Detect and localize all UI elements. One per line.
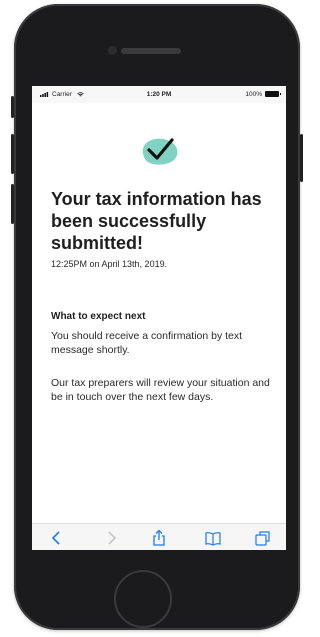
back-icon[interactable] [48,529,66,547]
success-check-icon [139,133,181,167]
side-button [11,96,14,118]
battery-percent: 100% [245,91,262,98]
home-button[interactable] [114,570,172,628]
confirmation-headline: Your tax information has been successful… [51,189,262,253]
next-steps-paragraph-1: You should receive a confirmation by tex… [51,330,243,356]
bookmarks-icon[interactable] [204,529,222,547]
status-bar: Carrier 1:20 PM 100% [32,86,286,103]
screen: Carrier 1:20 PM 100% Your tax informatio… [32,86,286,550]
browser-toolbar [32,523,286,550]
power-button [300,134,303,182]
share-icon[interactable] [150,529,168,547]
forward-icon[interactable] [102,529,120,547]
earpiece-speaker [121,48,181,54]
volume-down-button [11,184,14,224]
front-camera [108,46,117,55]
next-steps-title: What to expect next [51,311,146,322]
tabs-icon[interactable] [254,529,272,547]
submission-timestamp: 12:25PM on April 13th, 2019. [51,259,168,269]
phone-frame: Carrier 1:20 PM 100% Your tax informatio… [11,4,303,630]
next-steps-paragraph-2: Our tax preparers will review your situa… [51,377,270,403]
battery-icon [265,91,281,97]
volume-up-button [11,134,14,174]
